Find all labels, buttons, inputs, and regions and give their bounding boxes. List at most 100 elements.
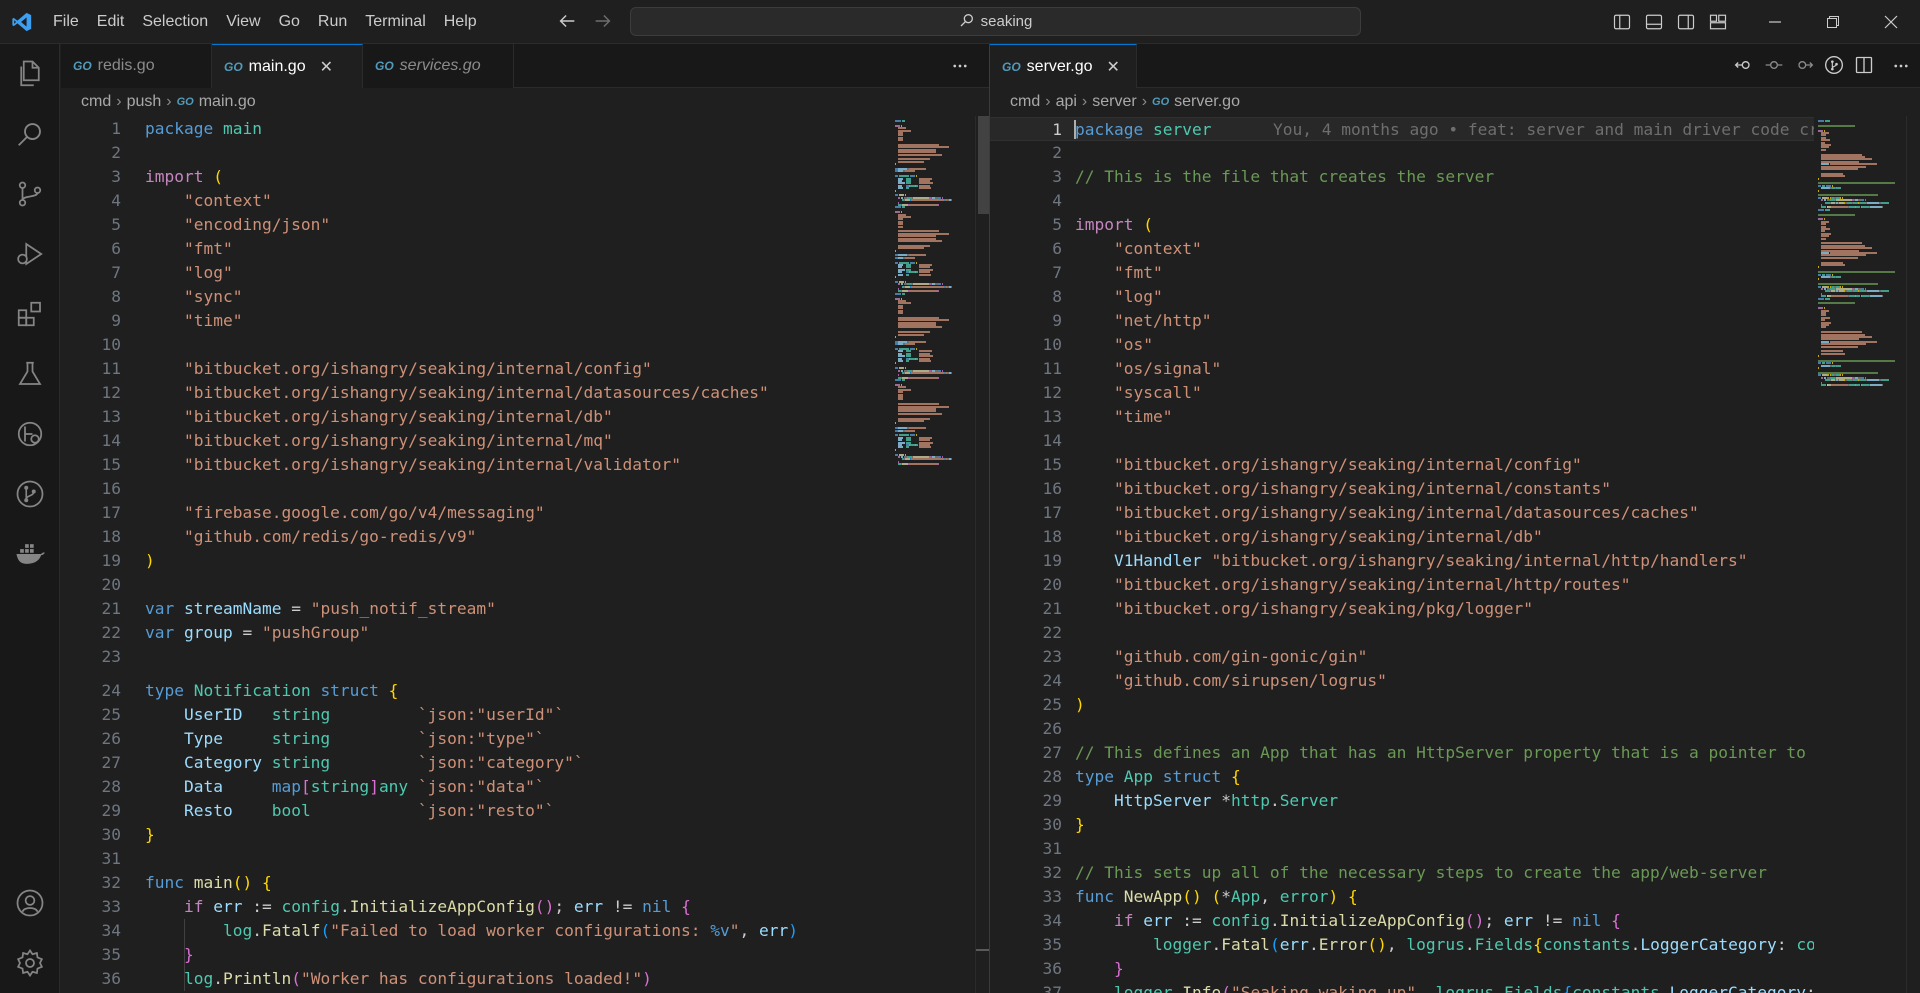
code-token: ) bbox=[1328, 887, 1339, 906]
minimap-line bbox=[951, 199, 953, 202]
testing-icon[interactable] bbox=[0, 344, 60, 404]
close-icon[interactable]: ✕ bbox=[320, 57, 333, 77]
breadcrumb-item[interactable]: cmd bbox=[81, 93, 111, 111]
minimap-line bbox=[905, 429, 915, 432]
breadcrumb-item[interactable]: push bbox=[127, 93, 162, 111]
minimap[interactable] bbox=[891, 116, 981, 993]
explorer-icon[interactable] bbox=[0, 44, 60, 104]
tab-main-go[interactable]: GO main.go ✕ bbox=[212, 44, 363, 88]
code-line: 20 bbox=[61, 573, 891, 597]
minimap-line bbox=[898, 240, 942, 242]
breadcrumb-item[interactable]: main.go bbox=[199, 93, 256, 111]
minimap-line bbox=[898, 312, 904, 314]
code-line: 30} bbox=[990, 813, 1814, 837]
minimap-line bbox=[906, 273, 910, 276]
account-icon[interactable] bbox=[0, 873, 60, 933]
code-token: func bbox=[145, 873, 184, 892]
code-text: "context" bbox=[1075, 237, 1202, 261]
remote-explorer-icon[interactable] bbox=[0, 404, 60, 464]
minimize-icon[interactable] bbox=[1746, 0, 1804, 44]
back-arrow-icon[interactable] bbox=[556, 10, 578, 35]
line-number: 19 bbox=[1042, 551, 1063, 570]
code-line: 13 "time" bbox=[990, 405, 1814, 429]
code-editor[interactable]: 1 package main 2 3 import (4 "context" 5 "enc… bbox=[61, 114, 891, 993]
code-text: "time" bbox=[1075, 405, 1172, 429]
close-window-icon[interactable] bbox=[1862, 0, 1920, 44]
code-line: 28 type App struct { bbox=[990, 765, 1814, 789]
minimap-line bbox=[895, 249, 896, 252]
line-number: 28 bbox=[1042, 767, 1063, 786]
line-number: 10 bbox=[101, 335, 122, 354]
code-editor[interactable]: 1 package server You, 4 months ago • feat:… bbox=[990, 114, 1814, 993]
menu-go[interactable]: Go bbox=[270, 0, 309, 44]
menu-terminal[interactable]: Terminal bbox=[356, 0, 434, 44]
minimap-line bbox=[918, 446, 931, 449]
code-token: error bbox=[1279, 887, 1329, 906]
docker-icon[interactable] bbox=[0, 524, 60, 584]
forward-arrow-icon[interactable] bbox=[592, 10, 614, 35]
minimap-line bbox=[898, 456, 901, 458]
minimap-line bbox=[905, 343, 915, 346]
search-view-icon[interactable] bbox=[0, 104, 60, 164]
code-text: Data map[string]any `json:"data"` bbox=[145, 775, 545, 799]
command-center-search[interactable]: seaking bbox=[630, 7, 1361, 36]
toggle-secondary-sidebar-icon[interactable] bbox=[1670, 0, 1702, 44]
code-token: err bbox=[573, 897, 604, 916]
tab-redis-go[interactable]: GO redis.go bbox=[61, 44, 212, 88]
menu-selection[interactable]: Selection bbox=[133, 0, 217, 44]
minimap-line bbox=[915, 271, 918, 274]
open-changes-icon[interactable] bbox=[1734, 55, 1754, 78]
menu-view[interactable]: View bbox=[217, 0, 269, 44]
go-file-icon: GO bbox=[73, 59, 92, 73]
git-graph-icon[interactable] bbox=[0, 464, 60, 524]
breadcrumb-item[interactable]: cmd bbox=[1010, 93, 1040, 111]
breadcrumb-item[interactable]: server.go bbox=[1174, 93, 1240, 111]
minimap-line bbox=[898, 446, 903, 449]
vertical-scrollbar[interactable] bbox=[975, 116, 990, 993]
vertical-scrollbar[interactable] bbox=[1906, 116, 1920, 993]
close-icon[interactable]: ✕ bbox=[1106, 57, 1119, 77]
source-control-icon[interactable] bbox=[0, 164, 60, 224]
line-number: 23 bbox=[101, 647, 122, 666]
split-editor-icon[interactable] bbox=[1854, 55, 1874, 78]
code-token: LoggerCategory bbox=[1640, 935, 1777, 954]
tab-services-go[interactable]: GO services.go bbox=[363, 44, 514, 88]
minimap-line bbox=[1821, 237, 1827, 240]
menu-help[interactable]: Help bbox=[435, 0, 486, 44]
toggle-primary-sidebar-icon[interactable] bbox=[1606, 0, 1638, 44]
code-line: 20 "bitbucket.org/ishangry/seaking/inter… bbox=[990, 573, 1814, 597]
breadcrumb-item[interactable]: api bbox=[1056, 93, 1077, 111]
code-line: 29 Resto bool `json:"resto"` bbox=[61, 799, 891, 823]
run-debug-icon[interactable] bbox=[0, 224, 60, 284]
tab-server-go[interactable]: GO server.go ✕ bbox=[990, 44, 1137, 88]
menu-edit[interactable]: Edit bbox=[88, 0, 134, 44]
code-token: { bbox=[1562, 983, 1573, 993]
line-number: 22 bbox=[1042, 623, 1063, 642]
minimap[interactable] bbox=[1814, 116, 1906, 993]
toggle-panel-icon[interactable] bbox=[1638, 0, 1670, 44]
minimap-line bbox=[895, 163, 896, 166]
git-commit-icon[interactable] bbox=[1764, 55, 1784, 78]
customize-layout-icon[interactable] bbox=[1702, 0, 1734, 44]
menu-run[interactable]: Run bbox=[309, 0, 356, 44]
settings-gear-icon[interactable] bbox=[0, 933, 60, 993]
more-actions-icon[interactable] bbox=[1892, 44, 1910, 88]
more-actions-icon[interactable] bbox=[951, 44, 969, 88]
code-token: http bbox=[1230, 791, 1270, 810]
minimap-line bbox=[1861, 295, 1869, 298]
code-token: != bbox=[603, 897, 643, 916]
next-change-icon[interactable] bbox=[1794, 55, 1814, 78]
git-lens-icon[interactable] bbox=[1824, 55, 1844, 78]
extensions-icon[interactable] bbox=[0, 284, 60, 344]
restore-icon[interactable] bbox=[1804, 0, 1862, 44]
menu-file[interactable]: File bbox=[44, 0, 88, 44]
breadcrumb-item[interactable]: server bbox=[1092, 93, 1136, 111]
